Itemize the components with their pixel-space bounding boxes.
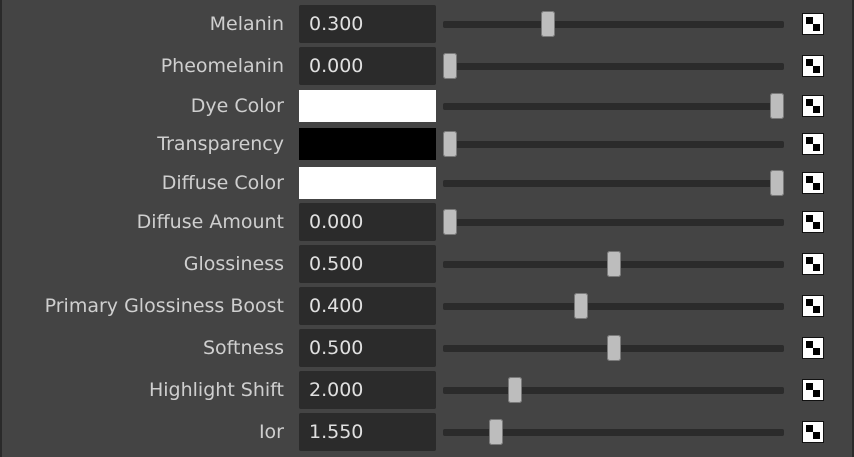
checker-map-icon <box>803 96 823 116</box>
checker-map-icon <box>803 14 823 34</box>
melanin-slider-track[interactable] <box>443 21 784 28</box>
attr-label-diffuse-amount: Diffuse Amount <box>136 211 284 233</box>
diffuse-color-slider-track[interactable] <box>443 180 784 187</box>
attr-row-ior: Ior 1.550 <box>0 413 854 451</box>
ior-map-button[interactable] <box>802 421 824 443</box>
attr-label-transparency: Transparency <box>157 133 284 155</box>
diffuse-amount-map-button[interactable] <box>802 211 824 233</box>
primary-glossiness-boost-map-button[interactable] <box>802 295 824 317</box>
highlight-shift-slider-handle[interactable] <box>508 377 522 403</box>
primary-glossiness-boost-slider-handle[interactable] <box>574 293 588 319</box>
glossiness-map-button[interactable] <box>802 253 824 275</box>
checker-map-icon <box>803 380 823 400</box>
melanin-map-button[interactable] <box>802 13 824 35</box>
transparency-map-button[interactable] <box>802 133 824 155</box>
transparency-color-swatch[interactable] <box>299 128 436 160</box>
pheomelanin-slider-track[interactable] <box>443 63 784 70</box>
highlight-shift-slider-track[interactable] <box>443 387 784 394</box>
glossiness-slider-handle[interactable] <box>607 251 621 277</box>
attr-row-diffuse-amount: Diffuse Amount 0.000 <box>0 203 854 241</box>
pheomelanin-map-button[interactable] <box>802 55 824 77</box>
melanin-slider-handle[interactable] <box>541 11 555 37</box>
melanin-value-field[interactable]: 0.300 <box>299 5 436 43</box>
checker-map-icon <box>803 296 823 316</box>
ior-slider-handle[interactable] <box>489 419 503 445</box>
attr-label-primary-glossiness-boost: Primary Glossiness Boost <box>44 295 284 317</box>
dye-color-slider-handle[interactable] <box>770 93 784 119</box>
pheomelanin-slider-handle[interactable] <box>443 53 457 79</box>
glossiness-value-field[interactable]: 0.500 <box>299 245 436 283</box>
checker-map-icon <box>803 212 823 232</box>
checker-map-icon <box>803 56 823 76</box>
attr-label-pheomelanin: Pheomelanin <box>160 55 284 77</box>
attr-row-pheomelanin: Pheomelanin 0.000 <box>0 47 854 85</box>
diffuse-color-slider-handle[interactable] <box>770 170 784 196</box>
attr-label-dye-color: Dye Color <box>190 95 284 117</box>
attr-row-glossiness: Glossiness 0.500 <box>0 245 854 283</box>
attribute-panel: Melanin 0.300 Pheomelanin 0.000 Dye Color Tra… <box>0 0 854 457</box>
checker-map-icon <box>803 338 823 358</box>
checker-map-icon <box>803 422 823 442</box>
checker-map-icon <box>803 134 823 154</box>
dye-color-slider-track[interactable] <box>443 103 784 110</box>
attr-row-dye-color: Dye Color <box>0 90 854 122</box>
attr-label-melanin: Melanin <box>209 13 284 35</box>
attr-label-highlight-shift: Highlight Shift <box>148 379 284 401</box>
highlight-shift-value-field[interactable]: 2.000 <box>299 371 436 409</box>
attr-row-softness: Softness 0.500 <box>0 329 854 367</box>
softness-slider-handle[interactable] <box>607 335 621 361</box>
dye-color-map-button[interactable] <box>802 95 824 117</box>
diffuse-color-color-swatch[interactable] <box>299 167 436 199</box>
attr-label-glossiness: Glossiness <box>183 253 284 275</box>
attr-row-highlight-shift: Highlight Shift 2.000 <box>0 371 854 409</box>
diffuse-color-map-button[interactable] <box>802 172 824 194</box>
attr-label-softness: Softness <box>202 337 284 359</box>
softness-value-field[interactable]: 0.500 <box>299 329 436 367</box>
primary-glossiness-boost-value-field[interactable]: 0.400 <box>299 287 436 325</box>
attr-row-primary-glossiness-boost: Primary Glossiness Boost 0.400 <box>0 287 854 325</box>
attr-label-diffuse-color: Diffuse Color <box>161 172 284 194</box>
transparency-slider-track[interactable] <box>443 141 784 148</box>
diffuse-amount-value-field[interactable]: 0.000 <box>299 203 436 241</box>
attr-row-diffuse-color: Diffuse Color <box>0 167 854 199</box>
pheomelanin-value-field[interactable]: 0.000 <box>299 47 436 85</box>
transparency-slider-handle[interactable] <box>443 131 457 157</box>
attr-label-ior: Ior <box>258 421 284 443</box>
dye-color-color-swatch[interactable] <box>299 90 436 122</box>
diffuse-amount-slider-handle[interactable] <box>443 209 457 235</box>
highlight-shift-map-button[interactable] <box>802 379 824 401</box>
softness-map-button[interactable] <box>802 337 824 359</box>
primary-glossiness-boost-slider-track[interactable] <box>443 303 784 310</box>
diffuse-amount-slider-track[interactable] <box>443 219 784 226</box>
ior-value-field[interactable]: 1.550 <box>299 413 436 451</box>
checker-map-icon <box>803 254 823 274</box>
checker-map-icon <box>803 173 823 193</box>
attr-row-melanin: Melanin 0.300 <box>0 5 854 43</box>
attr-row-transparency: Transparency <box>0 128 854 160</box>
